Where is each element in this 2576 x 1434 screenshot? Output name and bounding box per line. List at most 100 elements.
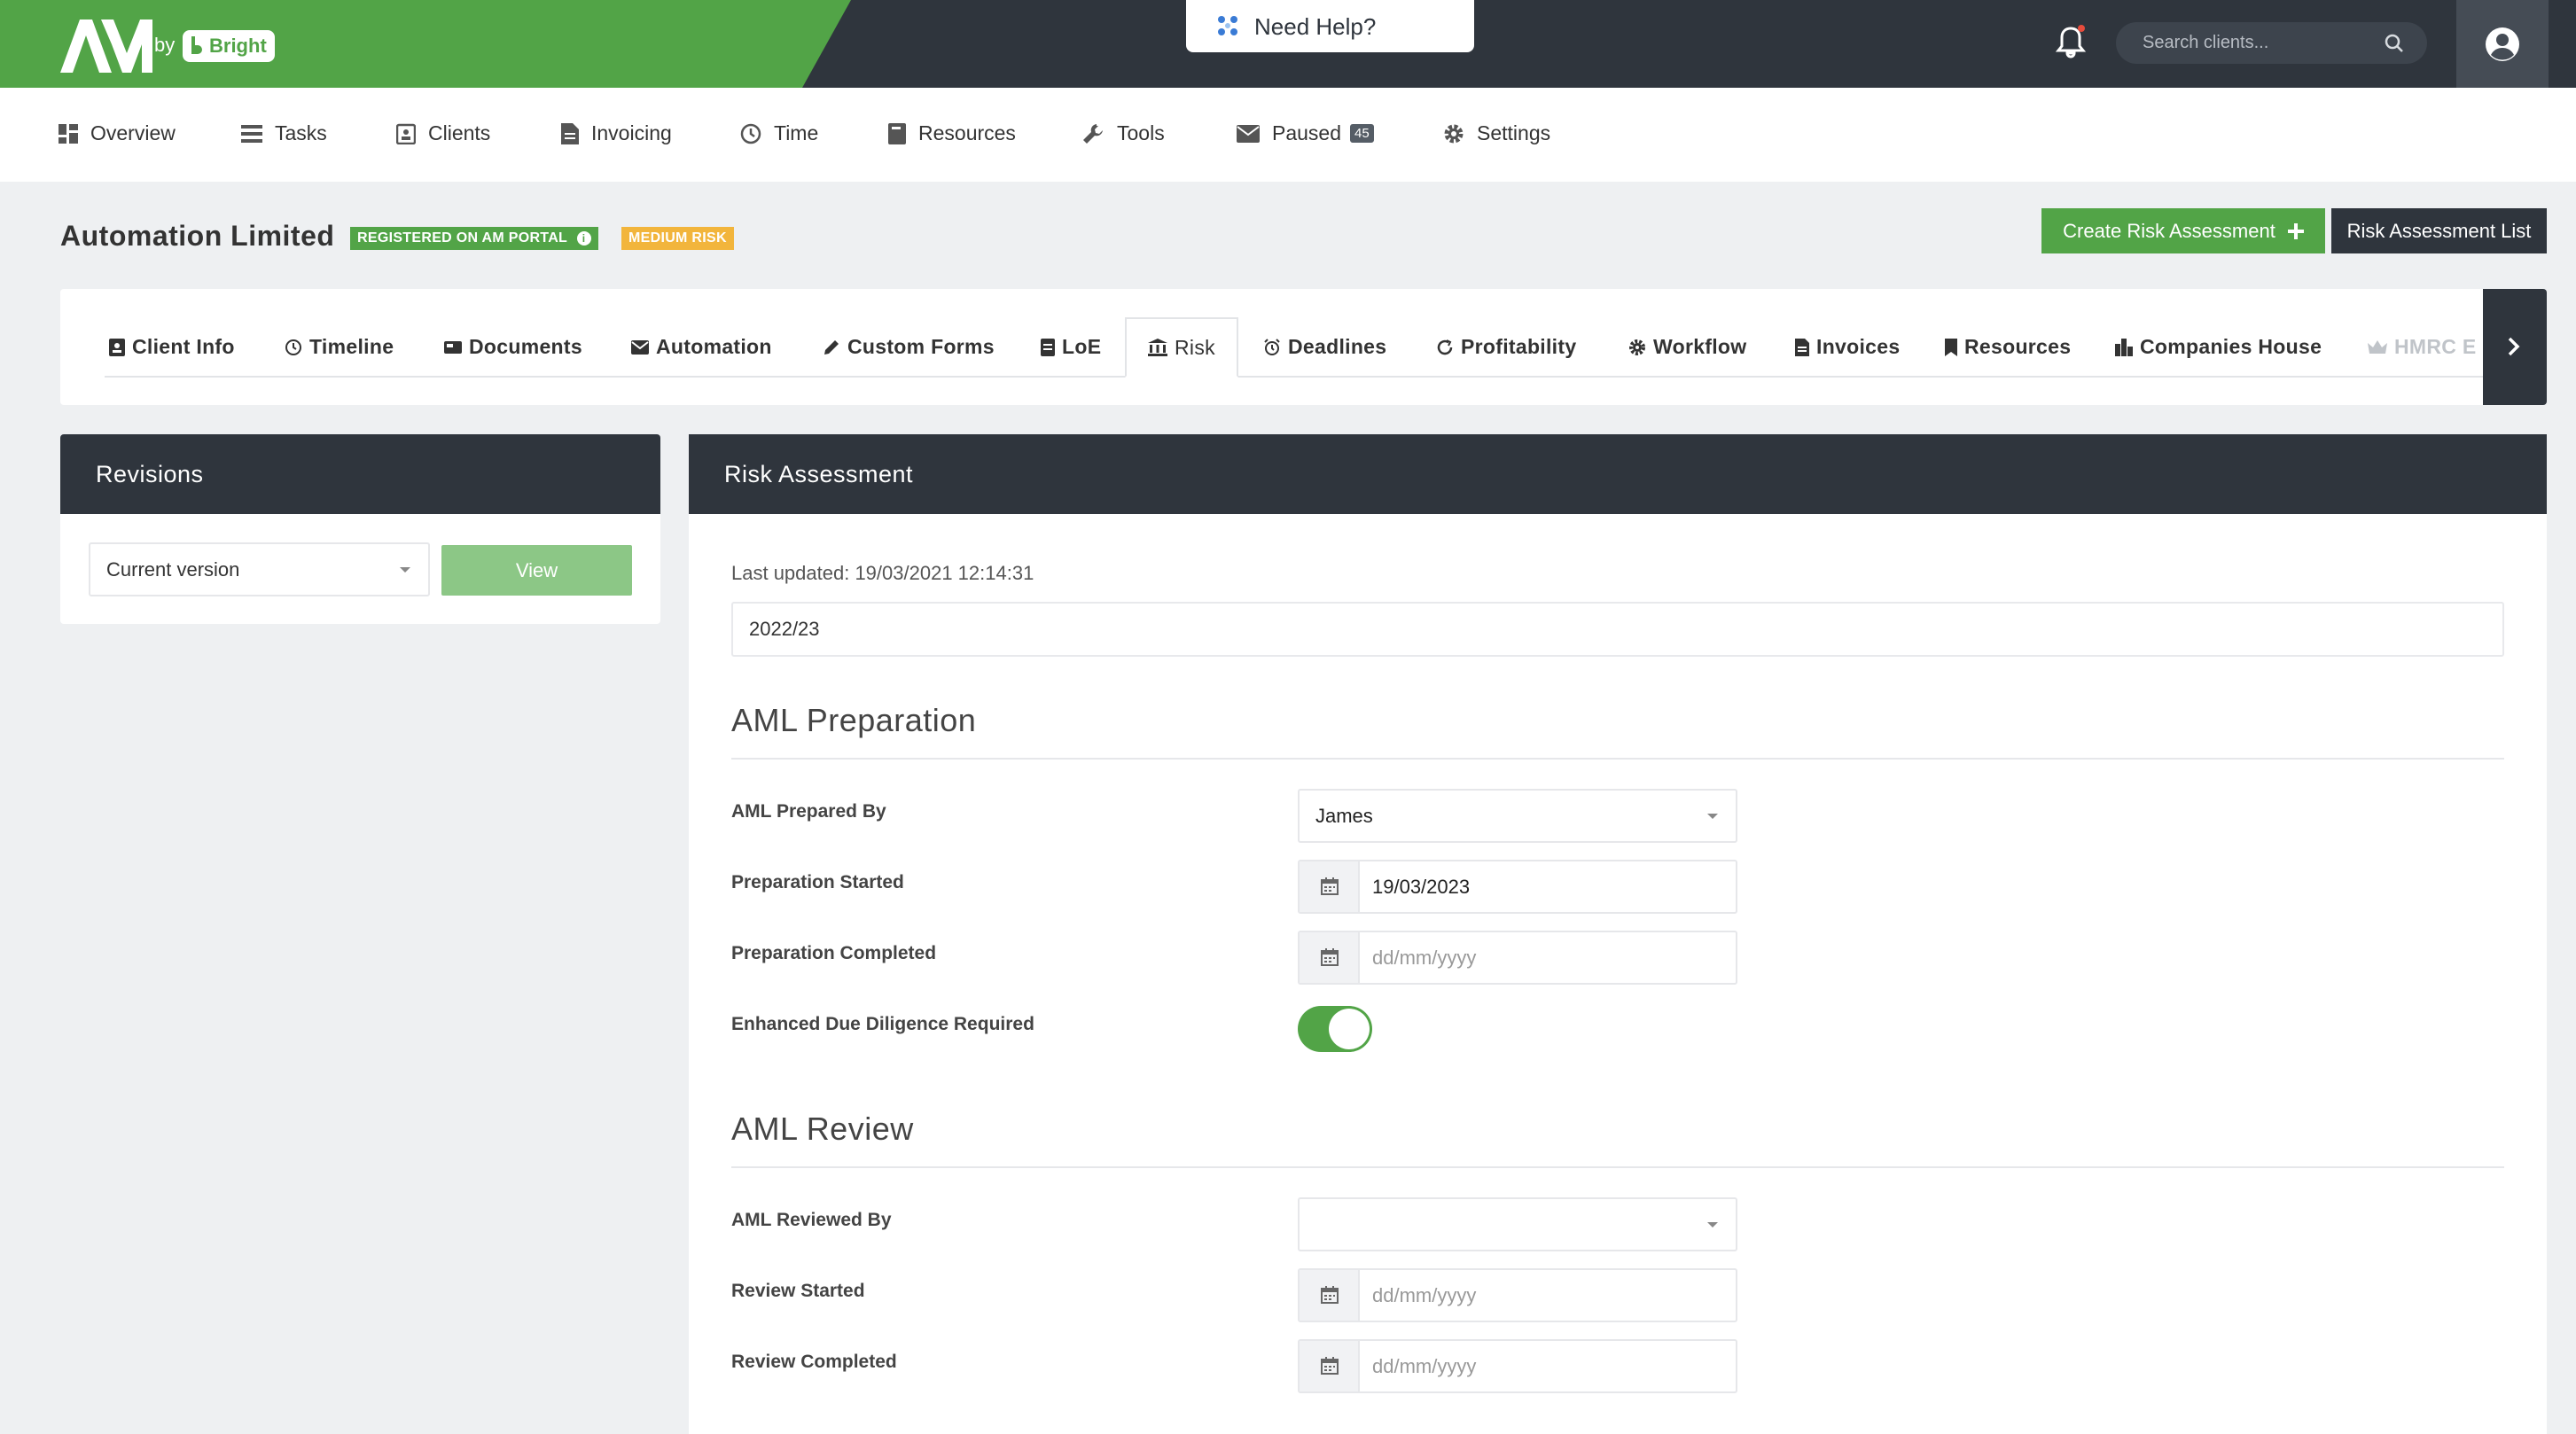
view-revision-button[interactable]: View	[441, 545, 632, 596]
tab-deadlines[interactable]: Deadlines	[1263, 335, 1386, 359]
search-icon[interactable]	[2385, 34, 2404, 53]
section-divider	[731, 1166, 2504, 1168]
nav-clients[interactable]: Clients	[396, 121, 490, 145]
tab-risk[interactable]: Risk	[1125, 317, 1238, 378]
tab-documents-label: Documents	[469, 335, 582, 358]
tasks-icon	[241, 124, 262, 143]
tab-profitability[interactable]: Profitability	[1436, 335, 1576, 359]
caret-down-icon	[400, 567, 410, 573]
toggle-knob	[1329, 1009, 1370, 1049]
create-risk-assessment-button[interactable]: Create Risk Assessment	[2041, 208, 2325, 253]
revision-select-value: Current version	[106, 558, 240, 581]
client-search	[2116, 22, 2427, 64]
tab-companies-house[interactable]: Companies House	[2115, 335, 2322, 359]
plus-icon	[2287, 222, 2304, 239]
preparation-completed-placeholder: dd/mm/yyyy	[1372, 947, 1477, 969]
nav-time-label: Time	[774, 121, 819, 144]
tab-automation[interactable]: Automation	[631, 335, 772, 359]
enhanced-due-diligence-label: Enhanced Due Diligence Required	[731, 1014, 1034, 1034]
bookmark-icon	[1945, 338, 1957, 356]
tab-automation-label: Automation	[656, 335, 772, 358]
tab-timeline[interactable]: Timeline	[285, 335, 394, 359]
nav-resources[interactable]: Resources	[888, 121, 1016, 145]
tabs-scroll-right-button[interactable]	[2483, 289, 2547, 405]
nav-overview-label: Overview	[90, 121, 176, 144]
building-icon	[2115, 338, 2133, 356]
calendar-icon	[1321, 1357, 1339, 1375]
tab-profitability-label: Profitability	[1461, 335, 1577, 358]
client-tabs: Client Info Timeline Documents Automatio…	[60, 289, 2547, 405]
need-help-label: Need Help?	[1254, 13, 1377, 40]
preparation-started-date[interactable]: 19/03/2023	[1298, 860, 1737, 914]
tab-client-info-label: Client Info	[132, 335, 235, 358]
preparation-completed-date[interactable]: dd/mm/yyyy	[1298, 931, 1737, 985]
calendar-button[interactable]	[1300, 1341, 1360, 1391]
tab-deadlines-label: Deadlines	[1288, 335, 1387, 358]
calendar-button[interactable]	[1300, 1270, 1360, 1321]
tab-client-info[interactable]: Client Info	[109, 335, 235, 359]
tab-workflow-label: Workflow	[1653, 335, 1747, 358]
aml-reviewed-by-label: AML Reviewed By	[731, 1210, 892, 1230]
calendar-button[interactable]	[1300, 861, 1360, 912]
tab-resources[interactable]: Resources	[1945, 335, 2071, 359]
aml-reviewed-by-select[interactable]	[1298, 1197, 1737, 1251]
calendar-button[interactable]	[1300, 932, 1360, 983]
section-divider	[731, 758, 2504, 760]
review-started-date[interactable]: dd/mm/yyyy	[1298, 1268, 1737, 1322]
need-help-button[interactable]: Need Help?	[1186, 0, 1474, 52]
invoice-icon	[1795, 338, 1809, 356]
nav-clients-label: Clients	[428, 121, 491, 144]
help-grid-icon	[1218, 16, 1237, 35]
envelope-icon	[631, 339, 649, 355]
wrench-icon	[1083, 123, 1103, 144]
nav-time[interactable]: Time	[740, 121, 818, 145]
tab-invoices[interactable]: Invoices	[1795, 335, 1900, 359]
id-card-icon	[109, 338, 125, 356]
review-started-label: Review Started	[731, 1281, 865, 1301]
cog-icon	[1629, 339, 1645, 355]
nav-paused[interactable]: Paused 45	[1237, 121, 1374, 145]
document-icon	[561, 122, 579, 144]
review-completed-label: Review Completed	[731, 1352, 897, 1372]
calendar-icon	[1321, 948, 1339, 966]
caret-down-icon	[1707, 814, 1718, 819]
nav-invoicing[interactable]: Invoicing	[561, 121, 672, 145]
search-input[interactable]	[2143, 22, 2382, 64]
aml-prepared-by-select[interactable]: James	[1298, 789, 1737, 843]
user-menu-button[interactable]	[2456, 0, 2549, 88]
revisions-title: Revisions	[60, 434, 660, 514]
nav-overview[interactable]: Overview	[59, 121, 176, 145]
tab-documents[interactable]: Documents	[444, 335, 582, 359]
portal-status-label: REGISTERED ON AM PORTAL	[357, 230, 567, 245]
am-logo-icon[interactable]	[60, 19, 152, 73]
bright-logo-text: Bright	[209, 35, 267, 57]
risk-level-badge: MEDIUM RISK	[621, 227, 734, 250]
year-field[interactable]: 2022/23	[731, 602, 2504, 657]
brand-area: by Bright	[0, 0, 851, 88]
crown-icon	[2368, 339, 2387, 354]
revision-select[interactable]: Current version	[89, 542, 430, 596]
notifications-bell-icon[interactable]	[2055, 25, 2087, 65]
tab-hmrc[interactable]: HMRC E	[2368, 335, 2477, 359]
info-icon[interactable]: i	[576, 231, 591, 245]
notification-dot	[2078, 25, 2085, 32]
calendar-icon	[1321, 877, 1339, 895]
review-completed-date[interactable]: dd/mm/yyyy	[1298, 1339, 1737, 1393]
tab-workflow[interactable]: Workflow	[1628, 335, 1746, 359]
bright-logo: Bright	[183, 30, 275, 62]
alarm-clock-icon	[1264, 338, 1280, 355]
tab-custom-forms[interactable]: Custom Forms	[823, 335, 995, 359]
nav-tasks[interactable]: Tasks	[241, 121, 327, 145]
preparation-started-label: Preparation Started	[731, 872, 904, 892]
tab-loe[interactable]: LoE	[1041, 335, 1101, 359]
clock-icon	[285, 339, 301, 355]
risk-assessment-list-button[interactable]: Risk Assessment List	[2331, 208, 2547, 253]
main-nav: Overview Tasks Clients Invoicing Time Re…	[0, 88, 2576, 182]
tab-custom-forms-label: Custom Forms	[847, 335, 995, 358]
grid-icon	[59, 123, 78, 144]
refresh-icon	[1437, 339, 1453, 355]
nav-paused-label: Paused	[1272, 121, 1342, 144]
enhanced-due-diligence-toggle[interactable]	[1298, 1006, 1372, 1052]
nav-tools[interactable]: Tools	[1081, 121, 1165, 145]
nav-settings[interactable]: Settings	[1443, 121, 1550, 145]
